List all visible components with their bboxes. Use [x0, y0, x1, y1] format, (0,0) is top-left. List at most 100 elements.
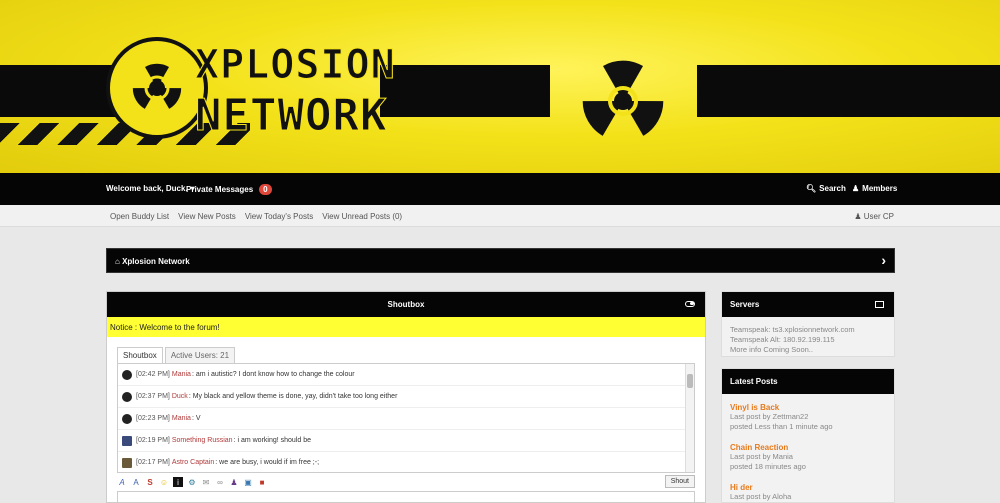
shoutbox-tabs: Shoutbox Active Users: 21 — [117, 347, 237, 364]
post-last: Last post by Aloha — [730, 492, 792, 501]
message-text: : we are busy, i would if im free ;-; — [215, 459, 320, 466]
exit-icon[interactable]: ■ — [257, 477, 267, 487]
shoutbox-header: Shoutbox — [107, 292, 705, 317]
smiley-icon[interactable]: ☺ — [159, 477, 169, 487]
message-user[interactable]: Duck — [172, 393, 188, 400]
search-icon: 🔍︎ — [806, 184, 817, 193]
servers-panel: Servers Teamspeak: ts3.xplosionnetwork.c… — [721, 291, 895, 357]
list-item: Hi der Last post by Aloha — [730, 483, 886, 502]
list-item: [02:19 PM] Something Russian : i am work… — [118, 430, 694, 452]
list-item: [02:42 PM] Mania : am i autistic? I dont… — [118, 364, 694, 386]
open-buddy-list-link[interactable]: Open Buddy List — [110, 212, 169, 221]
view-todays-posts-link[interactable]: View Today's Posts — [245, 212, 313, 221]
post-when: posted Less than 1 minute ago — [730, 422, 833, 431]
sub-navbar: Open Buddy List View New Posts View Toda… — [0, 205, 1000, 227]
members-icon: ♟ — [852, 184, 860, 193]
view-unread-posts-link[interactable]: View Unread Posts (0) — [322, 212, 402, 221]
server-line: Teamspeak: ts3.xplosionnetwork.com — [730, 325, 855, 334]
strike-icon[interactable]: S — [145, 477, 155, 487]
post-title-link[interactable]: Chain Reaction — [730, 443, 886, 452]
servers-title: Servers — [730, 300, 760, 309]
view-new-posts-link[interactable]: View New Posts — [178, 212, 236, 221]
post-last: Last post by Zettman22 — [730, 412, 809, 421]
shoutbox-toolbar: A A S ☺ i ⚙ ✉ ∞ ♟ ▣ ■ — [117, 475, 695, 489]
info-icon[interactable]: i — [173, 477, 183, 487]
private-messages-label: Private Messages — [186, 185, 254, 194]
latest-posts-panel: Latest Posts Vinyl is Back Last post by … — [721, 368, 895, 503]
message-user[interactable]: Something Russian — [172, 437, 233, 444]
welcome-label: Welcome back, Duck. — [106, 184, 188, 193]
notice-bar: Notice : Welcome to the forum! — [107, 317, 705, 337]
message-time: [02:17 PM] — [136, 459, 170, 466]
message-time: [02:42 PM] — [136, 371, 170, 378]
chevron-right-icon[interactable]: › — [881, 252, 886, 268]
server-icon — [875, 301, 884, 308]
message-text: : My black and yellow theme is done, yay… — [188, 393, 398, 400]
server-line: More info Coming Soon.. — [730, 345, 813, 354]
gear-icon[interactable]: ⚙ — [187, 477, 197, 487]
post-when: posted 18 minutes ago — [730, 462, 806, 471]
latest-posts-title: Latest Posts — [730, 377, 778, 386]
members-label: Members — [862, 184, 898, 193]
link-icon[interactable]: ∞ — [215, 477, 225, 487]
tab-shoutbox[interactable]: Shoutbox — [117, 347, 163, 364]
message-user[interactable]: Mania — [172, 371, 191, 378]
home-icon: ⌂ — [115, 257, 120, 266]
scrollbar-thumb[interactable] — [687, 374, 693, 388]
message-time: [02:23 PM] — [136, 415, 170, 422]
search-link[interactable]: 🔍︎ Search — [806, 184, 846, 193]
message-time: [02:19 PM] — [136, 437, 170, 444]
shout-input[interactable] — [117, 491, 695, 503]
search-label: Search — [819, 184, 846, 193]
user-cp-link[interactable]: ♟ User CP — [854, 212, 894, 221]
breadcrumb-label: Xplosion Network — [122, 257, 190, 266]
members-link[interactable]: ♟ Members — [852, 184, 897, 193]
post-title-link[interactable]: Vinyl is Back — [730, 403, 886, 412]
avatar — [122, 369, 132, 380]
post-title-link[interactable]: Hi der — [730, 483, 886, 492]
radiation-symbol-icon — [582, 60, 664, 136]
header-banner: XPLOSION NETWORK — [0, 0, 1000, 173]
list-item: Vinyl is Back Last post by Zettman22 pos… — [730, 403, 886, 432]
messages-scrollbar[interactable] — [685, 364, 694, 472]
toggle-icon[interactable] — [685, 301, 695, 307]
message-text: : i am working! should be — [233, 437, 311, 444]
logo-title-line1: XPLOSION — [195, 42, 396, 89]
list-item: [02:37 PM] Duck : My black and yellow th… — [118, 386, 694, 408]
private-messages-link[interactable]: Private Messages 0 — [186, 184, 272, 195]
tab-active-users[interactable]: Active Users: 21 — [164, 347, 236, 364]
banner-stripe — [380, 65, 550, 117]
message-user[interactable]: Mania — [172, 415, 191, 422]
italic-icon[interactable]: A — [117, 477, 127, 487]
image-icon[interactable]: ▣ — [243, 477, 253, 487]
logo-title-line2: NETWORK — [194, 90, 388, 142]
list-item: Chain Reaction Last post by Mania posted… — [730, 443, 886, 472]
welcome-menu[interactable]: Welcome back, Duck. ▾ — [106, 184, 195, 193]
top-navbar: Welcome back, Duck. ▾ Private Messages 0… — [0, 173, 1000, 205]
latest-posts-header: Latest Posts — [722, 369, 894, 394]
shoutbox-title: Shoutbox — [387, 300, 425, 309]
banner-stripe — [697, 65, 1000, 117]
message-user[interactable]: Astro Captain — [172, 459, 214, 466]
breadcrumb-home[interactable]: ⌂ Xplosion Network — [115, 257, 190, 266]
message-text: : V — [191, 415, 201, 422]
shout-button[interactable]: Shout — [664, 475, 695, 488]
post-last: Last post by Mania — [730, 452, 793, 461]
pm-count-badge: 0 — [259, 184, 272, 195]
avatar — [122, 457, 132, 468]
message-time: [02:37 PM] — [136, 393, 170, 400]
list-item: [02:17 PM] Astro Captain : we are busy, … — [118, 452, 694, 472]
avatar — [122, 435, 132, 446]
radiation-logo-icon — [106, 37, 208, 139]
user-icon: ♟ — [854, 212, 862, 221]
message-text: : am i autistic? I dont know how to chan… — [191, 371, 355, 378]
user-icon[interactable]: ♟ — [229, 477, 239, 487]
font-icon[interactable]: A — [131, 477, 141, 487]
avatar — [122, 413, 132, 424]
servers-header: Servers — [722, 292, 894, 317]
mail-icon[interactable]: ✉ — [201, 477, 211, 487]
list-item: [02:23 PM] Mania : V — [118, 408, 694, 430]
breadcrumb: ⌂ Xplosion Network › — [106, 248, 895, 273]
user-cp-label: User CP — [863, 212, 894, 221]
avatar — [122, 391, 132, 402]
